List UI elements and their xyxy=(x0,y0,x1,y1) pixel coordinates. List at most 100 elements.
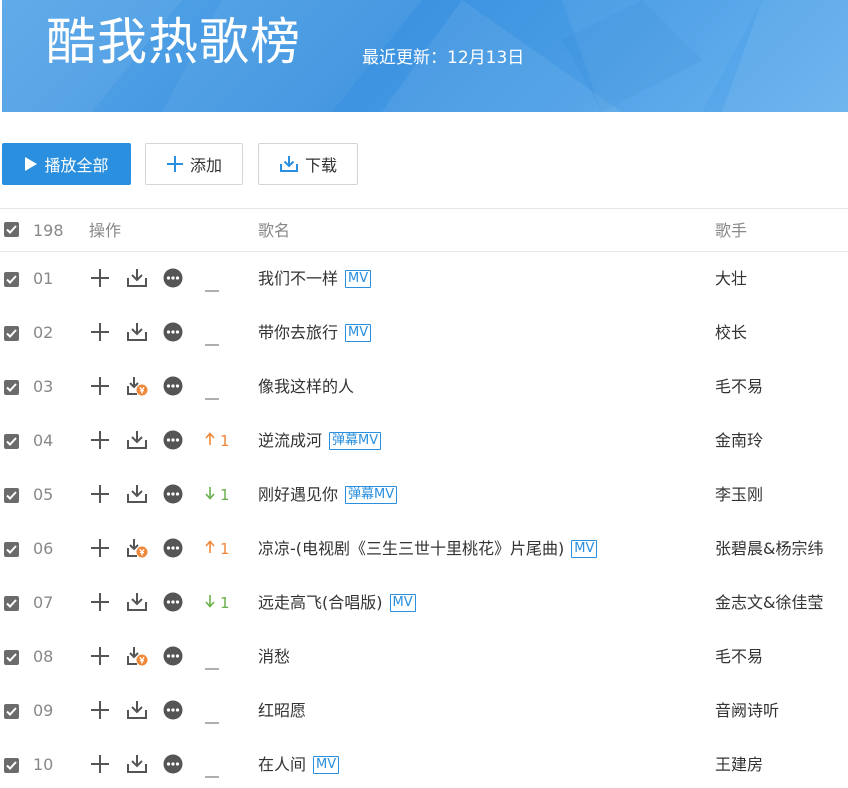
add-song-button[interactable] xyxy=(88,592,112,616)
column-artist[interactable]: 歌手 xyxy=(715,221,747,241)
song-artist[interactable]: 毛不易 xyxy=(715,377,763,397)
song-artist[interactable]: 音阙诗听 xyxy=(715,701,779,721)
more-options-button[interactable] xyxy=(161,592,185,616)
page-title: 酷我热歌榜 xyxy=(46,13,301,71)
select-all-checkbox[interactable] xyxy=(4,222,19,237)
rank-change-value: 1 xyxy=(220,540,230,558)
song-row[interactable]: 05 1 刚好遇见你 弹幕MV 李玉刚 xyxy=(0,469,848,523)
song-title[interactable]: 刚好遇见你 xyxy=(258,485,338,505)
song-title[interactable]: 凉凉-(电视剧《三生三世十里桃花》片尾曲) xyxy=(258,539,564,559)
song-title[interactable]: 红昭愿 xyxy=(258,701,306,721)
add-song-button[interactable] xyxy=(88,376,112,400)
song-row[interactable]: 03 像我这样的人 毛不易 xyxy=(0,361,848,415)
mv-badge[interactable]: MV xyxy=(389,594,416,612)
song-artist[interactable]: 校长 xyxy=(715,323,747,343)
song-artist[interactable]: 毛不易 xyxy=(715,647,763,667)
download-song-button[interactable] xyxy=(125,430,149,454)
column-song[interactable]: 歌名 xyxy=(258,221,290,241)
more-options-button[interactable] xyxy=(161,700,185,724)
song-artist[interactable]: 李玉刚 xyxy=(715,485,763,505)
mv-badge[interactable]: 弹幕MV xyxy=(345,486,398,504)
more-options-button[interactable] xyxy=(161,484,185,508)
song-row[interactable]: 07 1 远走高飞(合唱版) MV 金志文&徐佳莹 xyxy=(0,577,848,631)
download-song-button[interactable] xyxy=(125,538,149,562)
download-button[interactable]: 下载 xyxy=(258,143,358,185)
song-title[interactable]: 在人间 xyxy=(258,755,306,775)
add-button[interactable]: 添加 xyxy=(145,143,243,185)
mv-badge[interactable]: 弹幕MV xyxy=(329,432,382,450)
download-song-button[interactable] xyxy=(125,322,149,346)
song-row[interactable]: 10 在人间 MV 王建房 xyxy=(0,739,848,788)
song-row[interactable]: 09 红昭愿 音阙诗听 xyxy=(0,685,848,739)
song-artist[interactable]: 金南玲 xyxy=(715,431,763,451)
song-artist[interactable]: 张碧晨&杨宗纬 xyxy=(715,539,823,559)
download-icon xyxy=(126,484,148,508)
download-song-button[interactable] xyxy=(125,592,149,616)
song-row[interactable]: 08 消愁 毛不易 xyxy=(0,631,848,685)
rank-change: 1 xyxy=(205,593,230,613)
trend-up-icon xyxy=(205,431,215,451)
song-title-cell: 逆流成河 弹幕MV xyxy=(258,431,382,451)
song-artist[interactable]: 王建房 xyxy=(715,755,763,775)
row-checkbox[interactable] xyxy=(4,272,19,287)
more-options-button[interactable] xyxy=(161,268,185,292)
song-title[interactable]: 带你去旅行 xyxy=(258,323,338,343)
song-title[interactable]: 远走高飞(合唱版) xyxy=(258,593,383,613)
download-song-button[interactable] xyxy=(125,376,149,400)
song-artist[interactable]: 金志文&徐佳莹 xyxy=(715,593,823,613)
row-checkbox[interactable] xyxy=(4,326,19,341)
row-checkbox[interactable] xyxy=(4,650,19,665)
check-icon xyxy=(6,545,17,554)
song-artist[interactable]: 大壮 xyxy=(715,269,747,289)
row-checkbox[interactable] xyxy=(4,542,19,557)
more-icon xyxy=(163,268,183,292)
more-icon xyxy=(163,376,183,400)
mv-badge[interactable]: MV xyxy=(313,756,340,774)
song-title[interactable]: 像我这样的人 xyxy=(258,377,354,397)
row-checkbox[interactable] xyxy=(4,488,19,503)
add-song-button[interactable] xyxy=(88,268,112,292)
more-options-button[interactable] xyxy=(161,376,185,400)
more-options-button[interactable] xyxy=(161,754,185,778)
more-icon xyxy=(163,646,183,670)
add-song-button[interactable] xyxy=(88,646,112,670)
song-title[interactable]: 消愁 xyxy=(258,647,290,667)
song-row[interactable]: 01 我们不一样 MV 大壮 xyxy=(0,253,848,307)
download-song-button[interactable] xyxy=(125,268,149,292)
song-title[interactable]: 我们不一样 xyxy=(258,269,338,289)
song-title-cell: 凉凉-(电视剧《三生三世十里桃花》片尾曲) MV xyxy=(258,539,598,559)
download-song-button[interactable] xyxy=(125,700,149,724)
check-icon xyxy=(6,275,17,284)
add-song-button[interactable] xyxy=(88,700,112,724)
more-options-button[interactable] xyxy=(161,646,185,670)
more-options-button[interactable] xyxy=(161,430,185,454)
row-checkbox[interactable] xyxy=(4,380,19,395)
mv-badge[interactable]: MV xyxy=(345,324,372,342)
download-song-button[interactable] xyxy=(125,754,149,778)
row-checkbox[interactable] xyxy=(4,434,19,449)
row-checkbox[interactable] xyxy=(4,758,19,773)
add-song-button[interactable] xyxy=(88,538,112,562)
song-title[interactable]: 逆流成河 xyxy=(258,431,322,451)
row-checkbox[interactable] xyxy=(4,704,19,719)
row-checkbox[interactable] xyxy=(4,596,19,611)
song-title-cell: 像我这样的人 xyxy=(258,377,354,397)
song-row[interactable]: 02 带你去旅行 MV 校长 xyxy=(0,307,848,361)
column-ops: 操作 xyxy=(89,221,122,240)
download-song-button[interactable] xyxy=(125,484,149,508)
more-options-button[interactable] xyxy=(161,538,185,562)
add-song-button[interactable] xyxy=(88,430,112,454)
mv-badge[interactable]: MV xyxy=(345,270,372,288)
mv-badge[interactable]: MV xyxy=(571,540,598,558)
more-options-button[interactable] xyxy=(161,322,185,346)
song-row[interactable]: 04 1 逆流成河 弹幕MV 金南玲 xyxy=(0,415,848,469)
download-song-button[interactable] xyxy=(125,646,149,670)
rank-unchanged xyxy=(205,278,219,298)
add-song-button[interactable] xyxy=(88,322,112,346)
more-icon xyxy=(163,700,183,724)
play-all-button[interactable]: 播放全部 xyxy=(2,143,131,185)
song-row[interactable]: 06 1 凉凉-(电视剧《三生三世十里桃花》片尾曲) MV 张碧晨&杨宗纬 xyxy=(0,523,848,577)
plus-icon xyxy=(90,646,110,670)
add-song-button[interactable] xyxy=(88,754,112,778)
add-song-button[interactable] xyxy=(88,484,112,508)
